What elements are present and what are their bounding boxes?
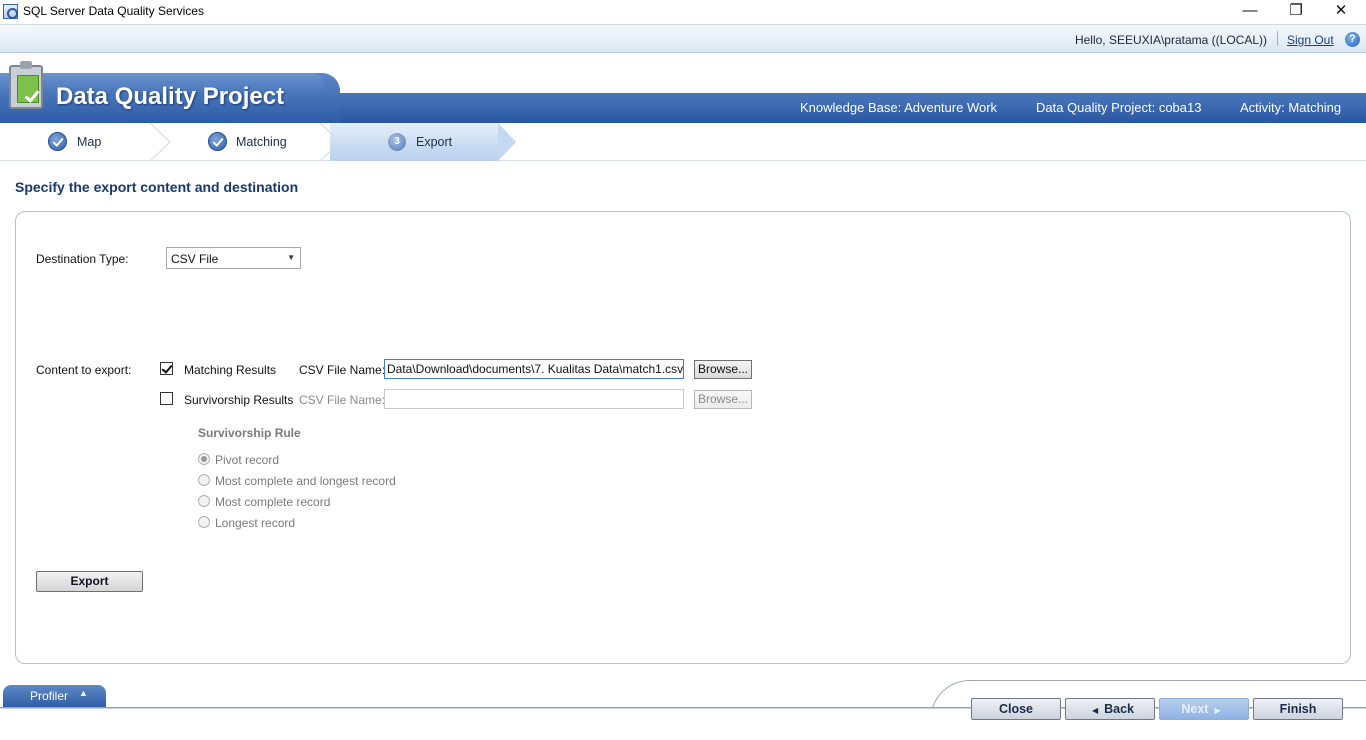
- step-separator: [319, 123, 341, 161]
- step-export[interactable]: 3 Export: [340, 123, 510, 161]
- matching-browse-button[interactable]: Browse...: [694, 360, 752, 379]
- wizard-steps: Map Matching 3 Export: [0, 123, 1366, 161]
- survivorship-results-label: Survivorship Results: [184, 393, 294, 407]
- survivorship-csv-file-label: CSV File Name:: [299, 393, 386, 407]
- radio-longest-record[interactable]: [198, 516, 210, 528]
- back-arrow-icon: ◀: [1091, 706, 1099, 715]
- sign-out-link[interactable]: Sign Out: [1287, 33, 1334, 47]
- dropdown-arrow-icon: ▼: [287, 253, 295, 262]
- back-button[interactable]: ◀ Back: [1065, 698, 1155, 720]
- project-banner: Data Quality Project Knowledge Base: Adv…: [0, 53, 1366, 123]
- radio-pivot-record[interactable]: [198, 453, 210, 465]
- step-number-icon: 3: [388, 133, 406, 151]
- page-heading: Specify the export content and destinati…: [15, 179, 299, 195]
- step-map-label: Map: [77, 135, 102, 149]
- radio-most-complete-label: Most complete record: [215, 495, 331, 509]
- destination-type-value: CSV File: [171, 252, 219, 266]
- next-button-label: Next: [1181, 702, 1209, 716]
- step-separator: [149, 123, 171, 161]
- maximize-button[interactable]: ❐: [1273, 0, 1319, 24]
- radio-pivot-record-label: Pivot record: [215, 453, 280, 467]
- radio-most-complete[interactable]: [198, 495, 210, 507]
- back-button-label: Back: [1104, 702, 1135, 716]
- step-complete-icon: [48, 132, 67, 151]
- banner-title: Data Quality Project: [56, 83, 285, 110]
- close-button[interactable]: Close: [971, 698, 1061, 720]
- step-map[interactable]: Map: [0, 123, 150, 161]
- profiler-tab[interactable]: Profiler ▲: [3, 685, 106, 707]
- check-mark-icon: [24, 87, 40, 103]
- app-icon: [3, 4, 18, 19]
- activity-info: Activity: Matching: [1240, 100, 1342, 115]
- clipboard-check-icon: [9, 61, 43, 109]
- knowledge-base-info: Knowledge Base: Adventure Work: [800, 100, 998, 115]
- survivorship-browse-button[interactable]: Browse...: [694, 390, 752, 409]
- radio-most-complete-longest-label: Most complete and longest record: [215, 474, 396, 488]
- radio-most-complete-longest[interactable]: [198, 474, 210, 486]
- profiler-label: Profiler: [30, 689, 69, 703]
- matching-results-label: Matching Results: [184, 363, 277, 377]
- window-title-bar: SQL Server Data Quality Services — ❐ ✕: [0, 0, 1366, 24]
- matching-csv-file-label: CSV File Name:: [299, 363, 386, 377]
- window-title: SQL Server Data Quality Services: [23, 4, 204, 18]
- step-matching-label: Matching: [236, 135, 287, 149]
- step-export-label: Export: [416, 135, 453, 149]
- survivorship-results-checkbox[interactable]: [160, 392, 173, 405]
- step-complete-icon: [208, 132, 227, 151]
- radio-longest-record-label: Longest record: [215, 516, 296, 530]
- close-window-button[interactable]: ✕: [1318, 0, 1364, 24]
- expand-arrow-icon: ▲: [79, 688, 88, 698]
- step-matching[interactable]: Matching: [170, 123, 320, 161]
- user-greeting: Hello, SEEUXIA\pratama ((LOCAL)): [1074, 33, 1267, 47]
- survivorship-rule-title: Survivorship Rule: [198, 426, 301, 440]
- next-arrow-icon: ▶: [1214, 706, 1221, 715]
- matching-results-checkbox[interactable]: [160, 362, 173, 375]
- matching-csv-file-input[interactable]: Data\Download\documents\7. Kualitas Data…: [384, 359, 684, 379]
- project-info: Data Quality Project: coba13: [1036, 100, 1202, 115]
- user-bar-divider: [1277, 31, 1278, 46]
- survivorship-csv-file-input[interactable]: [384, 389, 684, 409]
- destination-type-label: Destination Type:: [36, 252, 129, 266]
- export-button[interactable]: Export: [36, 571, 143, 592]
- minimize-button[interactable]: —: [1227, 0, 1273, 24]
- destination-type-select[interactable]: CSV File ▼: [166, 247, 301, 269]
- help-icon[interactable]: ?: [1345, 32, 1360, 47]
- content-to-export-label: Content to export:: [36, 363, 132, 377]
- finish-button[interactable]: Finish: [1253, 698, 1343, 720]
- user-bar: Hello, SEEUXIA\pratama ((LOCAL)) Sign Ou…: [0, 24, 1366, 53]
- next-button[interactable]: Next ▶: [1159, 698, 1249, 720]
